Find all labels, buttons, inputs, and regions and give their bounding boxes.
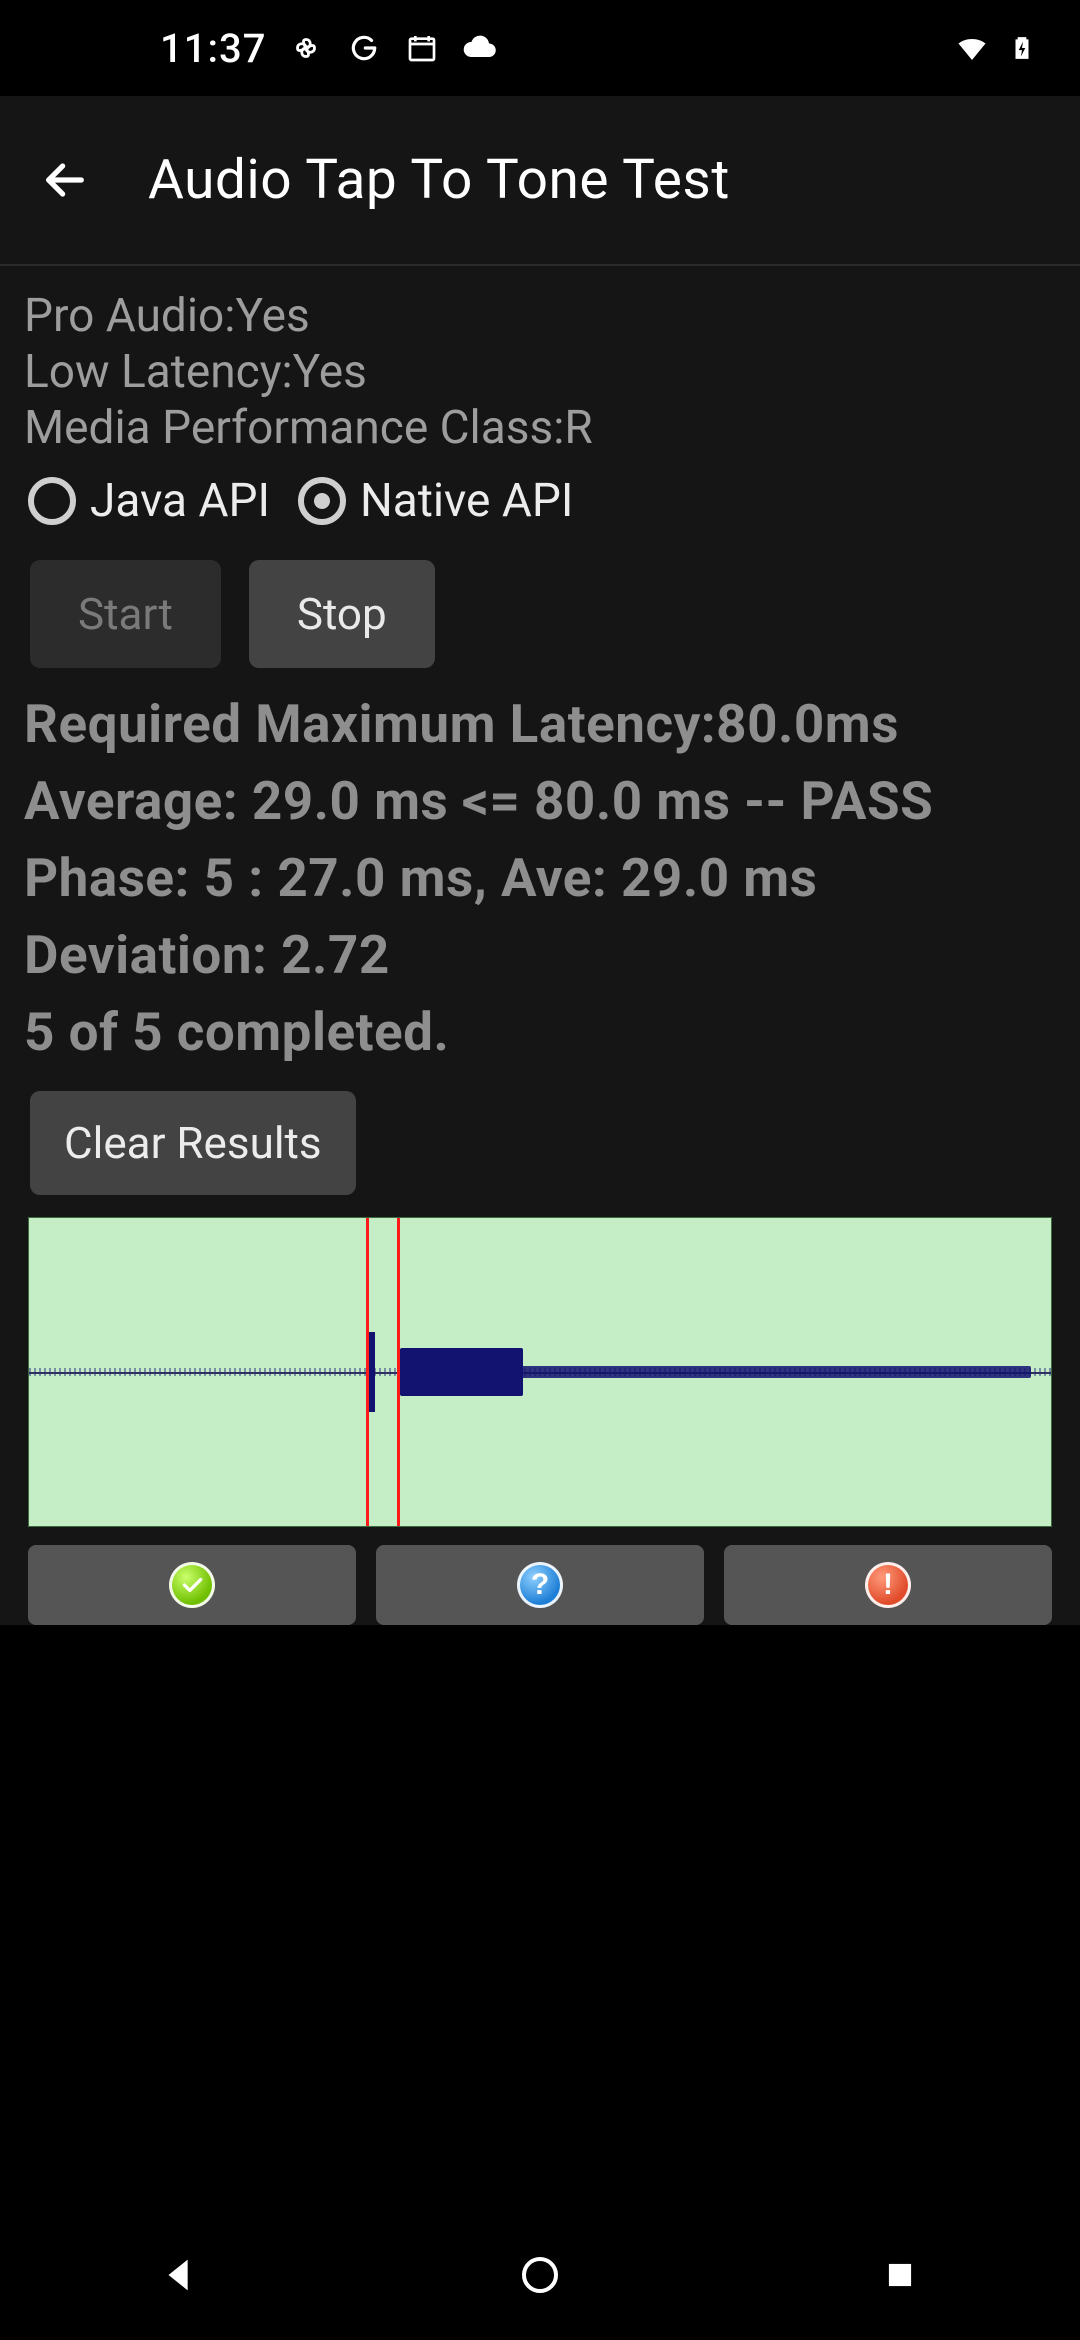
marker-tap-line — [366, 1218, 369, 1526]
clear-results-button[interactable]: Clear Results — [30, 1091, 356, 1195]
results-text: Required Maximum Latency:80.0ms Average:… — [24, 686, 1056, 1070]
mpc-label: Media Performance Class: — [24, 401, 564, 455]
low-latency-label: Low Latency: — [24, 345, 293, 399]
java-api-radio[interactable]: Java API — [18, 470, 280, 532]
waveform-tone-tail — [520, 1366, 1031, 1378]
pro-audio-line: Pro Audio:Yes — [24, 288, 1056, 344]
api-radio-group: Java API Native API — [18, 470, 1056, 532]
waveform-view — [28, 1217, 1052, 1527]
result-average: Average: 29.0 ms <= 80.0 ms -- PASS — [24, 763, 1056, 840]
status-left: 11:37 — [160, 25, 498, 72]
nav-home-button[interactable] — [505, 2240, 575, 2310]
native-api-radio[interactable]: Native API — [288, 470, 583, 532]
start-stop-row: Start Stop — [30, 560, 1056, 668]
google-g-icon — [346, 30, 382, 66]
nav-recents-button[interactable] — [865, 2240, 935, 2310]
result-progress: 5 of 5 completed. — [24, 994, 1056, 1071]
result-required: Required Maximum Latency:80.0ms — [24, 686, 1056, 763]
pro-audio-label: Pro Audio: — [24, 289, 235, 343]
result-phase: Phase: 5 : 27.0 ms, Ave: 29.0 ms — [24, 840, 1056, 917]
alert-circle-icon: ! — [865, 1562, 911, 1608]
radio-unchecked-icon — [28, 477, 76, 525]
calendar-icon — [404, 30, 440, 66]
native-api-label: Native API — [360, 474, 573, 528]
low-latency-line: Low Latency:Yes — [24, 344, 1056, 400]
verdict-button-row: ? ! — [28, 1545, 1052, 1625]
radio-checked-icon — [298, 477, 346, 525]
start-button[interactable]: Start — [30, 560, 221, 668]
back-button[interactable] — [30, 152, 100, 208]
pro-audio-value: Yes — [235, 289, 309, 343]
waveform-tone-burst — [400, 1348, 523, 1396]
main-content: Pro Audio:Yes Low Latency:Yes Media Perf… — [0, 266, 1080, 1625]
result-deviation: Deviation: 2.72 — [24, 917, 1056, 994]
device-info: Pro Audio:Yes Low Latency:Yes Media Perf… — [24, 288, 1056, 456]
marker-tone-line — [397, 1218, 400, 1526]
mpc-line: Media Performance Class:R — [24, 400, 1056, 456]
system-nav-bar — [0, 2210, 1080, 2340]
nav-back-button[interactable] — [145, 2240, 215, 2310]
pass-button[interactable] — [28, 1545, 356, 1625]
app-bar: Audio Tap To Tone Test — [0, 96, 1080, 266]
check-circle-icon — [169, 1562, 215, 1608]
page-title: Audio Tap To Tone Test — [148, 148, 730, 212]
pinwheel-icon — [288, 30, 324, 66]
question-circle-icon: ? — [517, 1562, 563, 1608]
low-latency-value: Yes — [293, 345, 367, 399]
wifi-icon — [954, 30, 990, 66]
fail-button[interactable]: ! — [724, 1545, 1052, 1625]
stop-button[interactable]: Stop — [249, 560, 435, 668]
waveform-tap-impulse — [369, 1332, 375, 1412]
status-right — [954, 30, 1040, 66]
cloud-icon — [462, 30, 498, 66]
java-api-label: Java API — [90, 474, 270, 528]
status-time: 11:37 — [160, 25, 266, 72]
status-bar: 11:37 — [0, 0, 1080, 96]
battery-charging-icon — [1004, 30, 1040, 66]
info-button[interactable]: ? — [376, 1545, 704, 1625]
mpc-value: R — [564, 401, 592, 455]
